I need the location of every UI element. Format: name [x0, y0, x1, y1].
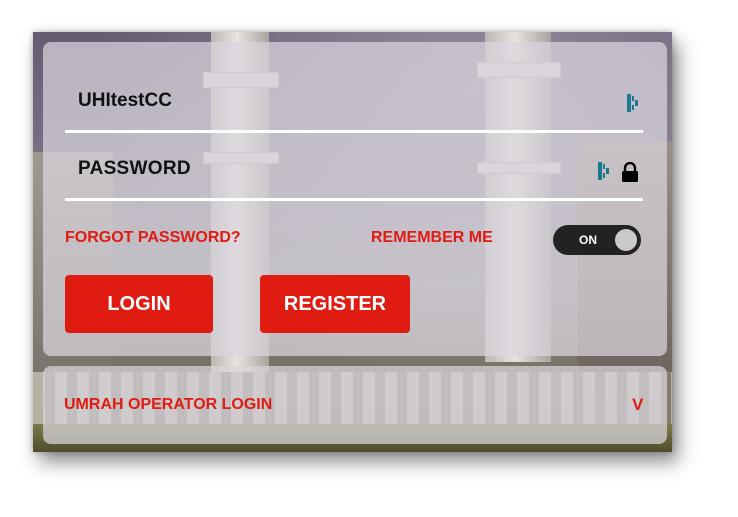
toggle-knob	[615, 229, 637, 251]
chevron-down-icon[interactable]: V	[632, 395, 643, 415]
username-value: UHItestCC	[78, 90, 172, 111]
login-button[interactable]: LOGIN	[65, 275, 213, 333]
register-button[interactable]: REGISTER	[260, 275, 410, 333]
forgot-password-link[interactable]: FORGOT PASSWORD?	[65, 229, 241, 247]
password-manager-icon[interactable]	[627, 94, 639, 112]
lock-icon	[621, 161, 639, 182]
password-field[interactable]: PASSWORD	[65, 132, 643, 201]
toggle-state-label: ON	[579, 233, 597, 247]
password-manager-icon[interactable]	[598, 162, 610, 180]
password-placeholder: PASSWORD	[78, 158, 191, 179]
login-screen: UHItestCC PASSWORD FORGOT PASSWORD? REME…	[33, 32, 672, 452]
remember-me-toggle[interactable]: ON	[553, 225, 641, 255]
umrah-operator-login-label: UMRAH OPERATOR LOGIN	[64, 396, 273, 413]
login-panel: UHItestCC PASSWORD FORGOT PASSWORD? REME…	[43, 42, 667, 356]
umrah-operator-login-section[interactable]: UMRAH OPERATOR LOGIN V	[43, 366, 667, 444]
username-field[interactable]: UHItestCC	[65, 64, 643, 133]
remember-me-label: REMEMBER ME	[371, 229, 493, 246]
login-options-row: FORGOT PASSWORD? REMEMBER ME ON	[65, 225, 653, 255]
